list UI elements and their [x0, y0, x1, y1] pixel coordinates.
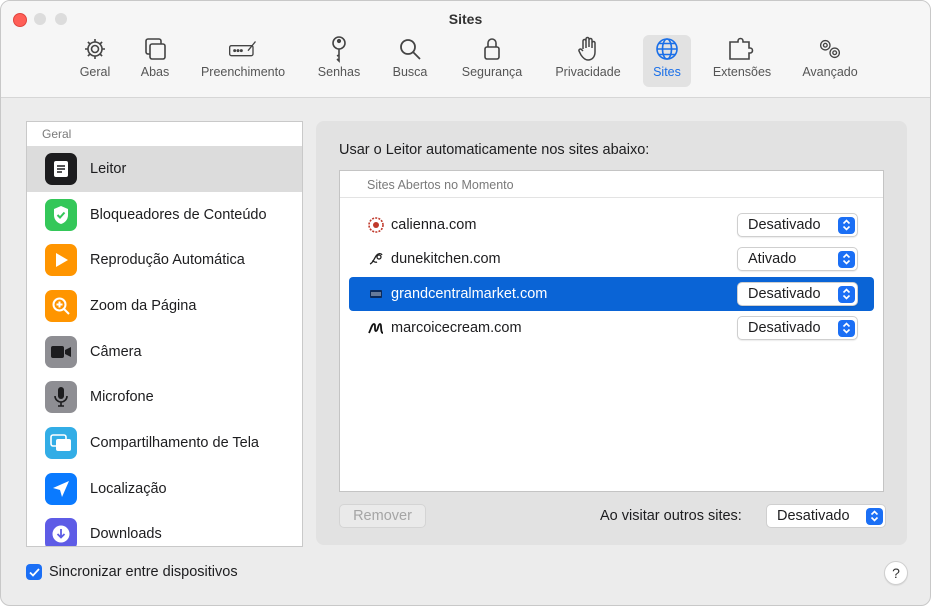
microphone-icon — [45, 381, 77, 414]
tab-label: Avançado — [802, 65, 858, 79]
sidebar-item-label: Downloads — [90, 526, 162, 543]
play-icon — [45, 244, 77, 277]
tab-label: Extensões — [712, 65, 772, 79]
sidebar-item-label: Câmera — [90, 343, 142, 360]
sidebar-item-microfone[interactable]: Microfone — [27, 374, 302, 420]
puzzle-icon — [727, 35, 757, 63]
sync-checkbox-row[interactable]: Sincronizar entre dispositivos — [26, 564, 238, 580]
dunekitchen-favicon — [367, 250, 385, 268]
tab-label: Preenchimento — [200, 65, 286, 79]
tabs-icon — [140, 35, 170, 63]
sidebar-item-label: Bloqueadores de Conteúdo — [90, 206, 267, 223]
remove-button[interactable]: Remover — [339, 504, 426, 528]
gear-icon — [80, 35, 110, 63]
tab-label: Privacidade — [555, 65, 621, 79]
tab-label: Segurança — [461, 65, 523, 79]
tab-abas[interactable]: Abas — [135, 35, 175, 87]
preferences-window: Sites Geral Abas Preenchimento Senhas Bu… — [0, 0, 931, 606]
site-row-dunekitchen[interactable]: dunekitchen.com Ativado — [349, 242, 874, 276]
reader-icon — [45, 152, 77, 185]
tab-label: Senhas — [317, 65, 361, 79]
site-setting-popup[interactable]: Ativado — [737, 247, 858, 271]
chevron-updown-icon — [866, 507, 883, 525]
sidebar-item-label: Reprodução Automática — [90, 252, 245, 269]
tab-geral[interactable]: Geral — [75, 35, 115, 87]
tab-label: Busca — [392, 65, 428, 79]
sidebar-item-bloqueadores[interactable]: Bloqueadores de Conteúdo — [27, 192, 302, 238]
tab-label: Geral — [79, 65, 111, 79]
sidebar-item-camera[interactable]: Câmera — [27, 329, 302, 375]
sync-label: Sincronizar entre dispositivos — [49, 564, 238, 580]
tab-preenchimento[interactable]: Preenchimento — [193, 35, 293, 87]
tab-avancado[interactable]: Avançado — [797, 35, 863, 87]
search-icon — [395, 35, 425, 63]
chevron-updown-icon — [838, 319, 855, 337]
chevron-updown-icon — [838, 250, 855, 268]
popup-value: Desativado — [748, 320, 821, 336]
tab-extensoes[interactable]: Extensões — [706, 35, 778, 87]
site-setting-popup[interactable]: Desativado — [737, 316, 858, 340]
sidebar-item-localizacao[interactable]: Localização — [27, 466, 302, 512]
globe-icon — [652, 35, 682, 63]
tab-label: Sites — [653, 65, 681, 79]
other-sites-popup[interactable]: Desativado — [766, 504, 886, 528]
popup-value: Desativado — [777, 508, 850, 524]
popup-value: Desativado — [748, 217, 821, 233]
tab-seguranca[interactable]: Segurança — [455, 35, 529, 87]
popup-value: Desativado — [748, 286, 821, 302]
site-row-marcoicecream[interactable]: marcoicecream.com Desativado — [349, 311, 874, 345]
other-sites-label: Ao visitar outros sites: — [600, 508, 742, 524]
sidebar-item-label: Localização — [90, 480, 167, 497]
location-arrow-icon — [45, 472, 77, 505]
panel-title: Usar o Leitor automaticamente nos sites … — [339, 142, 650, 158]
calienna-favicon — [367, 216, 385, 234]
site-setting-popup[interactable]: Desativado — [737, 213, 858, 237]
tab-sites[interactable]: Sites — [643, 35, 691, 87]
sidebar-item-leitor[interactable]: Leitor — [27, 146, 302, 192]
download-icon — [45, 518, 77, 546]
tab-busca[interactable]: Busca — [387, 35, 433, 87]
lock-icon — [477, 35, 507, 63]
tab-label: Abas — [140, 65, 170, 79]
sidebar-item-label: Microfone — [90, 389, 154, 406]
site-row-grandcentralmarket[interactable]: grandcentralmarket.com Desativado — [349, 277, 874, 311]
grandcentralmarket-favicon — [367, 285, 385, 303]
sidebar-item-label: Compartilhamento de Tela — [90, 434, 259, 451]
camera-icon — [45, 335, 77, 368]
sidebar-item-label: Leitor — [90, 160, 127, 177]
popup-value: Ativado — [748, 251, 797, 267]
marcoicecream-favicon — [367, 319, 385, 337]
zoom-icon — [45, 289, 77, 322]
sidebar-item-reproducao[interactable]: Reprodução Automática — [27, 237, 302, 283]
sync-checkbox[interactable] — [26, 564, 42, 580]
list-header: Sites Abertos no Momento — [340, 171, 883, 198]
sidebar-item-downloads[interactable]: Downloads — [27, 512, 302, 546]
key-icon — [324, 35, 354, 63]
window-title: Sites — [448, 11, 483, 27]
sites-list[interactable]: Sites Abertos no Momento calienna.com De… — [339, 170, 884, 492]
sidebar-item-compartilhamento[interactable]: Compartilhamento de Tela — [27, 420, 302, 466]
shield-check-icon — [45, 198, 77, 231]
settings-panel: Usar o Leitor automaticamente nos sites … — [316, 121, 907, 545]
site-setting-popup[interactable]: Desativado — [737, 282, 858, 306]
site-row-calienna[interactable]: calienna.com Desativado — [349, 208, 874, 242]
gears-icon — [815, 35, 845, 63]
sidebar-item-label: Zoom da Página — [90, 297, 197, 314]
toolbar: Sites Geral Abas Preenchimento Senhas Bu… — [1, 1, 930, 98]
tab-privacidade[interactable]: Privacidade — [548, 35, 628, 87]
screen-share-icon — [45, 426, 77, 459]
sidebar-section-header: Geral — [42, 127, 72, 141]
hand-icon — [573, 35, 603, 63]
chevron-updown-icon — [838, 285, 855, 303]
tab-senhas[interactable]: Senhas — [313, 35, 365, 87]
chevron-updown-icon — [838, 216, 855, 234]
help-button[interactable]: ? — [884, 561, 908, 585]
sidebar-item-zoom[interactable]: Zoom da Página — [27, 283, 302, 329]
sidebar: Geral Leitor Bloqueadores de Conteúdo Re… — [26, 121, 303, 547]
autofill-icon — [228, 35, 258, 63]
